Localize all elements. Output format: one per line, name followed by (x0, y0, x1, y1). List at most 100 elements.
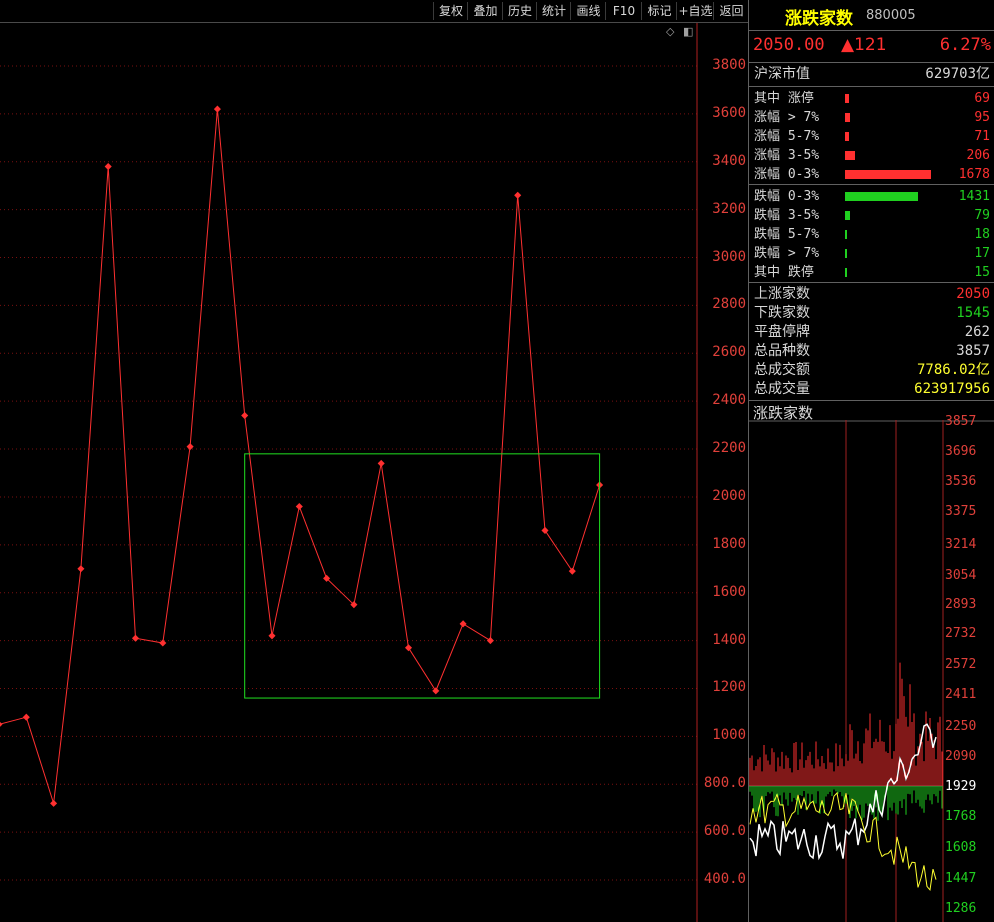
data-point (131, 634, 140, 642)
data-point (404, 644, 413, 652)
decline-row-label: 跌幅 5-7% (754, 227, 820, 242)
stat-value: 7786.02亿 (916, 362, 990, 378)
mini-y-tick: 2732 (945, 626, 977, 641)
toolbar-button-0[interactable]: 复权 (433, 2, 468, 20)
toolbar-button-4[interactable]: 画线 (570, 2, 606, 20)
annotation-box[interactable] (244, 453, 601, 699)
advance-row-label: 其中 涨停 (754, 91, 814, 106)
panel-title: 涨跌家数 (785, 9, 853, 29)
mini-y-tick: 1286 (945, 901, 977, 916)
decline-row: 跌幅 0-3% 1431 (754, 187, 990, 206)
data-point (104, 163, 112, 171)
market-cap-row: 沪深市值 629703亿 (754, 65, 990, 84)
mini-y-tick: 1447 (945, 871, 977, 886)
panel-code: 880005 (866, 8, 916, 23)
toolbar-button-7[interactable]: +自选 (676, 2, 714, 20)
toolbar-button-2[interactable]: 历史 (502, 2, 537, 20)
data-point (295, 502, 303, 511)
advance-bar (845, 113, 850, 122)
y-tick-label: 1400 (712, 631, 746, 648)
mini-y-tick: 3536 (945, 474, 977, 489)
decline-bar (845, 230, 847, 239)
decline-row: 其中 跌停 15 (754, 263, 990, 282)
decline-bar (845, 268, 847, 277)
change-percent: 6.27% (939, 35, 991, 55)
y-tick-label: 3600 (712, 104, 746, 121)
mini-y-tick: 3857 (945, 414, 977, 429)
stat-label: 总成交量 (754, 381, 810, 397)
data-point (377, 459, 385, 467)
advance-bar (845, 132, 849, 141)
y-tick-label: 2400 (712, 392, 746, 409)
divider (749, 400, 994, 401)
decline-row-value: 17 (974, 246, 990, 261)
toolbar-button-8[interactable]: 返回 (713, 2, 749, 20)
y-tick-label: 600.0 (703, 823, 746, 840)
advance-row-value: 95 (974, 110, 990, 125)
stat-row: 下跌家数 1545 (754, 304, 990, 323)
y-tick-label: 400.0 (703, 871, 746, 887)
mini-y-tick: 1768 (945, 809, 977, 824)
mini-y-tick: 3696 (945, 444, 977, 459)
divider (749, 62, 994, 63)
y-tick-label: 2600 (712, 344, 746, 361)
decline-row-value: 18 (974, 227, 990, 242)
info-panel: 涨跌家数 880005 2050.00 ▲121 6.27% 沪深市值 6297… (748, 0, 994, 922)
stat-label: 平盘停牌 (754, 324, 810, 340)
market-cap-value: 629703亿 (925, 66, 990, 82)
stat-value: 262 (964, 324, 990, 340)
stat-row: 总品种数 3857 (754, 342, 990, 361)
advance-row: 涨幅 > 7% 95 (754, 108, 990, 127)
divider (749, 282, 994, 283)
main-line-chart (0, 23, 698, 922)
decline-bar (845, 249, 847, 258)
decline-row-value: 1431 (958, 189, 990, 204)
advance-row-value: 206 (966, 148, 990, 163)
advance-row: 涨幅 5-7% 71 (754, 127, 990, 146)
advance-row-label: 涨幅 0-3% (754, 167, 820, 182)
divider (749, 86, 994, 87)
data-point (486, 637, 494, 645)
data-point (77, 565, 85, 573)
advance-row-label: 涨幅 > 7% (754, 110, 820, 125)
y-tick-label: 3000 (712, 248, 746, 265)
toolbar-button-5[interactable]: F10 (605, 2, 642, 20)
decline-bar (845, 192, 918, 201)
toolbar-button-1[interactable]: 叠加 (467, 2, 503, 20)
data-point (459, 620, 467, 628)
y-tick-label: 1800 (712, 535, 746, 552)
decline-row: 跌幅 5-7% 18 (754, 225, 990, 244)
change-value: ▲121 (841, 35, 887, 55)
y-tick-label: 1600 (712, 583, 746, 600)
advance-row-label: 涨幅 3-5% (754, 148, 820, 163)
advance-row-label: 涨幅 5-7% (754, 129, 820, 144)
toolbar-button-3[interactable]: 统计 (536, 2, 571, 20)
stat-label: 下跌家数 (754, 305, 810, 321)
toolbar-button-6[interactable]: 标记 (641, 2, 677, 20)
data-point (432, 687, 440, 695)
advance-bar (845, 170, 931, 179)
mini-y-tick: 2411 (945, 687, 977, 702)
advance-row: 涨幅 3-5% 206 (754, 146, 990, 165)
advance-row: 涨幅 0-3% 1678 (754, 165, 990, 184)
data-point (0, 720, 3, 728)
data-point (514, 191, 522, 199)
y-tick-label: 1000 (712, 727, 746, 744)
data-point (241, 412, 249, 420)
y-tick-label: 2200 (712, 440, 746, 457)
decline-row-label: 跌幅 > 7% (754, 246, 820, 261)
y-tick-label: 1200 (712, 679, 746, 696)
y-tick-label: 3200 (712, 200, 746, 217)
advance-bar (845, 151, 855, 160)
chart-toolbar: 复权 叠加 历史 统计 画线 F10 标记 +自选 返回 (0, 0, 748, 23)
data-point (50, 799, 58, 807)
mini-y-tick: 2893 (945, 597, 977, 612)
advance-row-value: 71 (974, 129, 990, 144)
stat-label: 上涨家数 (754, 286, 810, 302)
decline-row-value: 79 (974, 208, 990, 223)
stat-value: 3857 (956, 343, 990, 359)
stat-label: 总品种数 (754, 343, 810, 359)
mini-y-tick: 1608 (945, 840, 977, 855)
decline-row-label: 其中 跌停 (754, 265, 814, 280)
y-tick-label: 3400 (712, 152, 746, 169)
